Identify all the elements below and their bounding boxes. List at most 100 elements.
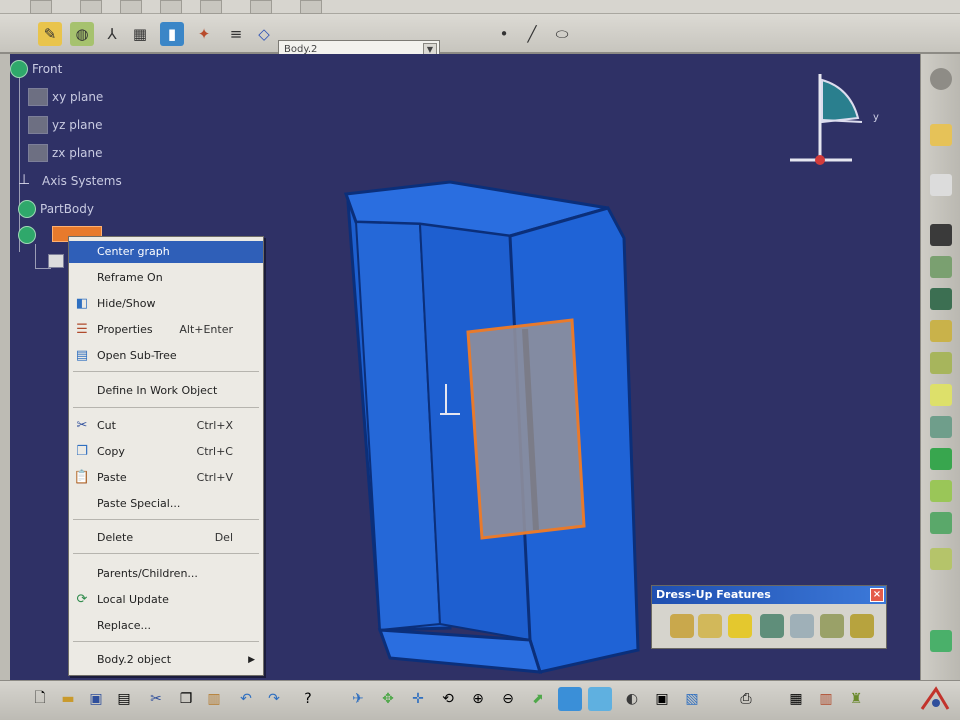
globe-icon[interactable]: ◍ [70, 22, 94, 46]
fillet-icon[interactable] [670, 614, 694, 638]
compass-icon[interactable]: y [780, 58, 890, 178]
new-file-icon[interactable]: 🗋 [28, 687, 52, 711]
pan-icon[interactable]: ✛ [406, 687, 430, 711]
menu-separator [73, 519, 259, 520]
shell-icon[interactable] [760, 614, 784, 638]
menu-item-copy[interactable]: ❐ Copy Ctrl+C [69, 441, 263, 463]
paste-icon[interactable]: ▥ [202, 687, 226, 711]
tree-item-partbody[interactable]: PartBody [18, 200, 94, 218]
rib-icon[interactable] [930, 384, 952, 406]
sketch-icon[interactable] [930, 174, 952, 196]
star-icon[interactable] [930, 124, 952, 146]
menu-tools[interactable] [200, 0, 222, 14]
pocket-icon[interactable] [930, 256, 952, 278]
menu-item-define-in-work-object[interactable]: Define In Work Object [69, 380, 263, 402]
groove-icon[interactable] [930, 320, 952, 342]
open-folder-icon[interactable]: ▬ [56, 687, 80, 711]
settings-icon[interactable] [930, 68, 952, 90]
menu-help[interactable] [300, 0, 322, 14]
layer-icon[interactable]: ▧ [680, 687, 704, 711]
tree-root[interactable]: Front [10, 60, 62, 78]
table-icon[interactable]: ▦ [784, 687, 808, 711]
thickness-icon[interactable] [790, 614, 814, 638]
menu-window[interactable] [250, 0, 272, 14]
close-icon[interactable]: × [870, 588, 884, 602]
menu-item-reframe-on[interactable]: Reframe On [69, 267, 263, 289]
zoom-out-icon[interactable]: ⊖ [496, 687, 520, 711]
menu-item-center-graph[interactable]: Center graph [69, 241, 263, 263]
redo-icon[interactable]: ↷ [262, 687, 286, 711]
list-icon[interactable]: ≡ [224, 22, 248, 46]
point-icon[interactable]: ✦ [192, 22, 216, 46]
zoom-in-icon[interactable]: ⊕ [466, 687, 490, 711]
sketch-icon[interactable]: ✎ [38, 22, 62, 46]
apply-material-icon[interactable] [930, 630, 952, 652]
surface-icon[interactable]: ⬭ [550, 22, 574, 46]
tree-item-axis-systems[interactable]: ⊥ Axis Systems [18, 172, 122, 190]
slot-icon[interactable] [930, 416, 952, 438]
menu-item-hide-show[interactable]: ◧ Hide/Show [69, 293, 263, 315]
3d-part[interactable] [340, 124, 640, 680]
draft-icon[interactable] [728, 614, 752, 638]
tree-item-yz-plane[interactable]: yz plane [28, 116, 103, 134]
scissors-icon[interactable]: ✂ [144, 687, 168, 711]
measure-icon[interactable] [930, 548, 952, 570]
copy-icon[interactable]: ❐ [174, 687, 198, 711]
dressup-title: Dress-Up Features [656, 588, 771, 601]
menu-item-local-update[interactable]: ⟳ Local Update [69, 589, 263, 611]
body-icon[interactable]: ▮ [160, 22, 184, 46]
swap-space-icon[interactable]: ▣ [650, 687, 674, 711]
menu-view[interactable] [120, 0, 142, 14]
graph-icon[interactable]: ▥ [814, 687, 838, 711]
menu-item-replace[interactable]: Replace... [69, 615, 263, 637]
line-icon[interactable]: ╱ [520, 22, 544, 46]
save-icon[interactable]: ▣ [84, 687, 108, 711]
undo-icon[interactable]: ↶ [234, 687, 258, 711]
hole-icon[interactable] [930, 352, 952, 374]
pad-icon[interactable] [930, 224, 952, 246]
dressup-features-toolbar[interactable]: Dress-Up Features × [651, 585, 887, 649]
menu-item-label: Paste Special... [97, 497, 181, 510]
remove-face-icon[interactable] [850, 614, 874, 638]
tree-item-zx-plane[interactable]: zx plane [28, 144, 103, 162]
remove-loft-icon[interactable] [930, 512, 952, 534]
shaft-icon[interactable] [930, 288, 952, 310]
menu-insert[interactable] [160, 0, 182, 14]
stiffener-icon[interactable] [930, 448, 952, 470]
menu-item-paste-special[interactable]: Paste Special... [69, 493, 263, 515]
axis-icon[interactable]: ⅄ [100, 22, 124, 46]
print-icon[interactable]: ⎙ [734, 687, 758, 711]
tree-item-body2[interactable] [18, 226, 36, 244]
dot-icon[interactable]: • [492, 22, 516, 46]
grid-icon[interactable]: ▦ [128, 22, 152, 46]
menu-file[interactable] [30, 0, 52, 14]
help-icon[interactable]: ? [296, 687, 320, 711]
menu-item-cut[interactable]: ✂ Cut Ctrl+X [69, 415, 263, 437]
menu-item-label: Cut [97, 419, 116, 432]
left-border [0, 54, 10, 680]
menu-item-paste[interactable]: 📋 Paste Ctrl+V [69, 467, 263, 489]
tree-item-sketch[interactable] [48, 254, 64, 268]
fly-mode-icon[interactable]: ✈ [346, 687, 370, 711]
menu-item-open-subtree[interactable]: ▤ Open Sub-Tree [69, 345, 263, 367]
thread-icon[interactable] [820, 614, 844, 638]
bottle-icon[interactable]: ♜ [844, 687, 868, 711]
menu-item-delete[interactable]: Delete Del [69, 527, 263, 549]
menu-edit[interactable] [80, 0, 102, 14]
tree-item-xy-plane[interactable]: xy plane [28, 88, 103, 106]
save-all-icon[interactable]: ▤ [112, 687, 136, 711]
fit-all-icon[interactable]: ✥ [376, 687, 400, 711]
normal-view-icon[interactable]: ⬈ [526, 687, 550, 711]
menu-item-parents-children[interactable]: Parents/Children... [69, 563, 263, 585]
menu-item-properties[interactable]: ☰ Properties Alt+Enter [69, 319, 263, 341]
chamfer-icon[interactable] [698, 614, 722, 638]
hide-show-icon[interactable]: ◐ [620, 687, 644, 711]
menu-item-body2-object[interactable]: Body.2 object ▶ [69, 649, 263, 671]
shading-icon[interactable] [588, 687, 612, 711]
loft-icon[interactable] [930, 480, 952, 502]
iso-view-icon[interactable] [558, 687, 582, 711]
menu-item-label: Body.2 object [97, 653, 172, 666]
rotate-icon[interactable]: ⟲ [436, 687, 460, 711]
plane-icon[interactable]: ◇ [252, 22, 276, 46]
dressup-title-bar[interactable]: Dress-Up Features × [652, 586, 886, 604]
